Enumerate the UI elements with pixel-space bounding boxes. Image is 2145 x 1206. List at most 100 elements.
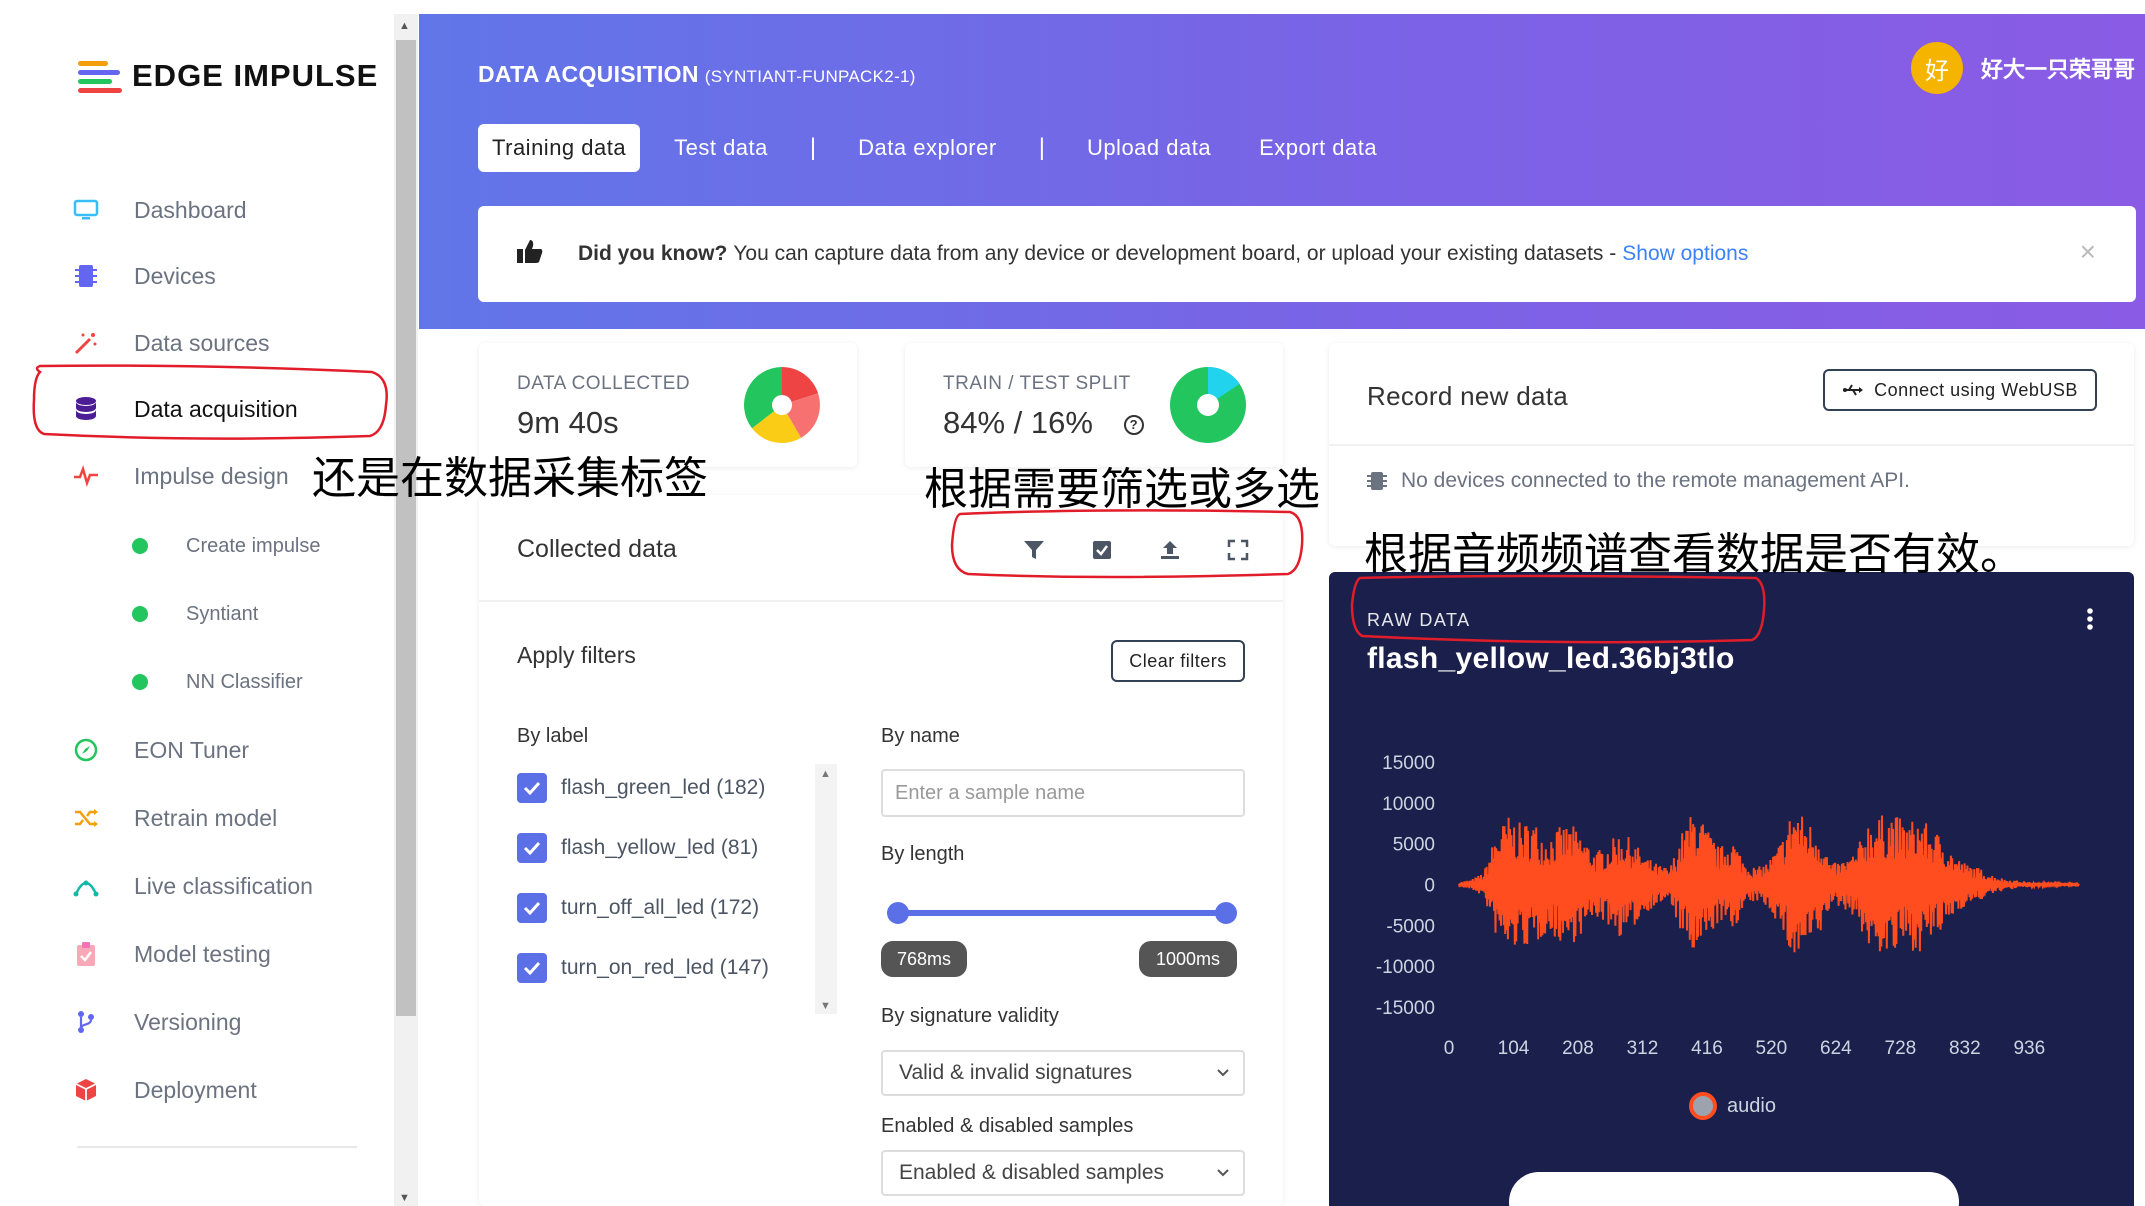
tab-data-explorer[interactable]: Data explorer [844,124,1011,172]
sidebar-item-data-acquisition[interactable]: Data acquisition [72,389,298,429]
checkbox[interactable] [517,893,547,923]
sidebar-item-label: Retrain model [134,804,278,831]
connect-webusb-label: Connect using WebUSB [1874,379,2078,400]
sidebar-item-dashboard[interactable]: Dashboard [72,190,247,230]
raw-data-panel: 15000 10000 5000 0 -5000 -10000 -15000 0 104 208 3… [1329,572,2134,1206]
clear-filters-button[interactable]: Clear filters [1111,640,1245,682]
y-tick-label: 15000 [1382,753,1435,774]
sidebar-item-data-sources[interactable]: Data sources [72,323,270,363]
sidebar-item-live-classification[interactable]: Live classification [72,866,313,906]
logo[interactable]: EDGE IMPULSE [78,58,378,94]
chevron-down-icon [1217,1069,1229,1077]
user-name[interactable]: 好大一只荣哥哥 [1981,52,2135,84]
upload-icon[interactable] [1155,535,1185,565]
database-icon [72,395,100,423]
sidebar-item-label: Deployment [134,1076,257,1103]
expand-icon[interactable] [1223,535,1253,565]
scroll-up-arrow-icon[interactable]: ▲ [820,768,831,780]
shuffle-icon [72,804,100,832]
kebab-menu-icon[interactable] [2086,608,2094,635]
tab-training-data[interactable]: Training data [478,124,641,172]
tab-export-data[interactable]: Export data [1245,124,1391,172]
y-tick-label: 10000 [1382,794,1435,815]
length-slider-min-handle[interactable] [887,902,909,924]
monitor-icon [72,196,100,224]
label-filter-option[interactable]: turn_on_red_led (147) [517,953,769,983]
sidebar-item-label: Impulse design [134,462,289,489]
length-slider-track[interactable] [897,910,1225,916]
by-name-heading: By name [881,725,960,747]
label-filter-option[interactable]: turn_off_all_led (172) [517,893,759,923]
tab-separator: | [1038,134,1045,161]
sidebar-item-deployment[interactable]: Deployment [72,1070,257,1110]
notice-text: You can capture data from any device or … [733,242,1617,265]
sidebar-item-eon-tuner[interactable]: EON Tuner [72,730,249,770]
sidebar-item-versioning[interactable]: Versioning [72,1002,241,1042]
checkbox[interactable] [517,833,547,863]
checkbox[interactable] [517,773,547,803]
logo-mark [78,59,122,93]
tab-upload-data[interactable]: Upload data [1073,124,1225,172]
sidebar-item-label: Model testing [134,940,271,967]
label-option-text: turn_off_all_led (172) [561,896,760,919]
length-slider-max-handle[interactable] [1215,902,1237,924]
notice-bold: Did you know? [578,242,728,265]
enabled-samples-select[interactable]: Enabled & disabled samples [881,1150,1245,1196]
x-tick-label: 416 [1691,1038,1723,1059]
x-tick-label: 728 [1885,1038,1917,1059]
scroll-down-arrow-icon[interactable]: ▼ [820,1000,831,1012]
by-length-heading: By length [881,843,965,865]
sidebar-item-devices[interactable]: Devices [72,256,216,296]
help-icon[interactable]: ? [1123,414,1144,435]
logo-text: EDGE IMPULSE [132,58,379,93]
scroll-down-arrow-icon[interactable]: ▼ [399,1192,410,1204]
close-icon[interactable]: × [2080,236,2096,268]
sidebar-subitem-syntiant[interactable]: Syntiant [132,594,258,634]
sidebar-subitem-label: Syntiant [186,602,259,625]
page-header: DATA ACQUISITION (SYNTIANT-FUNPACK2-1) 好 … [419,14,2145,329]
chart-legend[interactable]: audio [1689,1092,1776,1120]
connect-webusb-button[interactable]: Connect using WebUSB [1823,369,2097,411]
sidebar-item-model-testing[interactable]: Model testing [72,934,271,974]
label-list-scrollbar[interactable]: ▲ ▼ [815,764,837,1014]
sidebar-subitem-nn-classifier[interactable]: NN Classifier [132,662,303,702]
x-tick-label: 520 [1756,1038,1788,1059]
split-value: 84% / 16% [943,405,1093,440]
x-tick-label: 312 [1627,1038,1659,1059]
series-line-audio [1458,815,2080,953]
sidebar-subitem-label: Create impulse [186,534,321,557]
page-title-text: DATA ACQUISITION [478,61,699,87]
label-option-text: flash_green_led (182) [561,776,766,799]
user-menu[interactable]: 好 好大一只荣哥哥 [1910,42,2135,94]
magic-wand-icon [72,329,100,357]
data-collected-pie [744,367,820,443]
train-test-split-pie [1170,367,1246,443]
scrollbar-thumb[interactable] [396,40,416,1016]
sidebar-item-retrain-model[interactable]: Retrain model [72,798,277,838]
sample-name-input[interactable]: Enter a sample name [881,769,1245,817]
sidebar: EDGE IMPULSE Dashboard Devices Data sour… [0,0,395,1206]
filter-icon[interactable] [1019,535,1049,565]
signature-validity-select[interactable]: Valid & invalid signatures [881,1050,1245,1096]
sidebar-subitem-create-impulse[interactable]: Create impulse [132,526,321,566]
panel-bottom-control[interactable] [1509,1172,1959,1206]
thumbs-up-icon [516,238,544,270]
chevron-down-icon [1217,1169,1229,1177]
tab-bar: Training data Test data | Data explorer … [478,124,1411,172]
select-value: Enabled & disabled samples [899,1161,1165,1184]
sidebar-scrollbar[interactable]: ▲ ▼ [394,14,418,1206]
tab-test-data[interactable]: Test data [660,124,782,172]
sidebar-item-label: Devices [134,262,216,289]
select-icon[interactable] [1087,535,1117,565]
sidebar-item-label: Data acquisition [134,395,298,422]
sidebar-item-impulse-design[interactable]: Impulse design [72,456,289,496]
checkbox[interactable] [517,953,547,983]
show-options-link[interactable]: Show options [1622,242,1748,266]
y-tick-label: 0 [1424,876,1435,897]
avatar[interactable]: 好 [1910,42,1963,94]
label-filter-option[interactable]: flash_green_led (182) [517,773,765,803]
scroll-up-arrow-icon[interactable]: ▲ [399,20,410,32]
collected-data-toolbar [1019,535,1253,565]
project-name: (SYNTIANT-FUNPACK2-1) [704,67,916,86]
label-filter-option[interactable]: flash_yellow_led (81) [517,833,758,863]
